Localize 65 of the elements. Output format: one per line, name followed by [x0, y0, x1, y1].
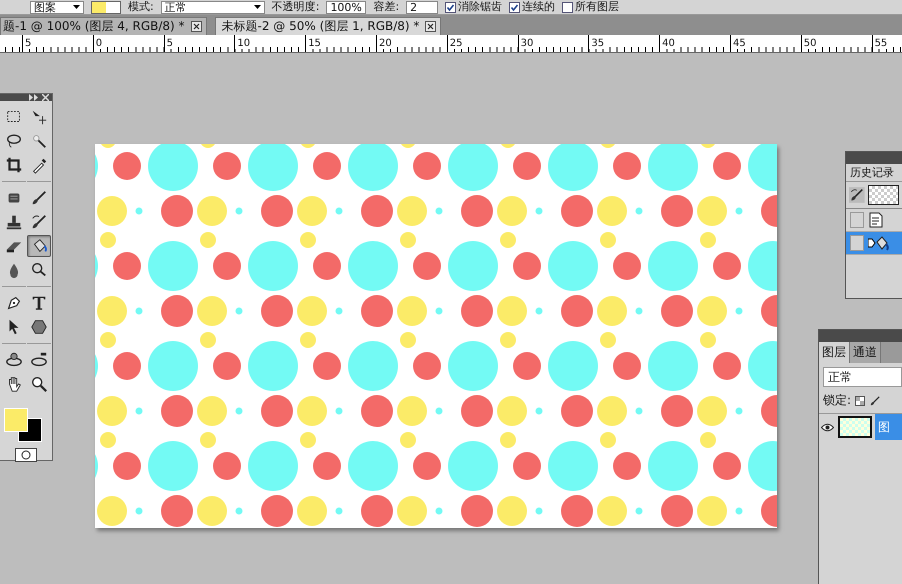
ruler-number: 30	[518, 38, 534, 49]
magnifier-ring-icon	[30, 261, 48, 279]
tolerance-label: 容差:	[373, 1, 400, 13]
lasso-icon	[5, 132, 23, 150]
history-state[interactable]	[846, 232, 902, 255]
hexagon-icon	[30, 318, 48, 336]
checkbox[interactable]	[509, 2, 520, 12]
fill-source-dropdown[interactable]: 图案	[30, 0, 84, 14]
ruler-number: 45	[730, 38, 746, 49]
caret-icon	[73, 5, 80, 9]
ruler-number: 20	[376, 38, 392, 49]
caret-icon	[254, 5, 261, 9]
arrow-cross-icon	[30, 108, 48, 126]
crop-icon	[5, 156, 23, 174]
panel-tab[interactable]: 图层	[819, 342, 850, 363]
pen-icon	[5, 294, 23, 312]
opacity-label: 不透明度:	[272, 1, 320, 13]
collapse-icon[interactable]	[29, 94, 38, 101]
brush-arrow-icon	[30, 213, 48, 231]
brush-icon[interactable]	[849, 187, 865, 203]
mode-label: 模式:	[128, 1, 154, 13]
ruler-number: 5	[164, 38, 173, 49]
ruler-number: 5	[23, 38, 32, 49]
ruler-number: 50	[802, 38, 816, 49]
sphere-orbit-icon	[5, 351, 23, 369]
ruler-number: 10	[235, 38, 250, 49]
brush-icon	[30, 189, 48, 207]
layer-name: 图	[875, 414, 902, 440]
ruler-number: 25	[448, 38, 463, 49]
document-tab[interactable]: 未标题-2 @ 50% (图层 1, RGB/8) *	[214, 17, 442, 35]
checkbox-label: 连续的	[522, 1, 556, 13]
checkbox[interactable]	[445, 2, 456, 12]
paint-bucket-icon	[868, 235, 890, 251]
checkbox-label: 消除锯齿	[458, 1, 502, 13]
pattern-swatch[interactable]	[91, 0, 121, 14]
checker-square-icon[interactable]	[855, 396, 866, 406]
opacity-field[interactable]: 100%	[326, 0, 366, 14]
ruler-number: 55	[872, 38, 888, 49]
ruler-number: 35	[589, 38, 604, 49]
close-icon[interactable]	[190, 21, 202, 32]
stamp-icon	[5, 213, 23, 231]
mode-dropdown[interactable]: 正常	[160, 0, 265, 14]
eyedropper-icon	[30, 156, 48, 174]
snapshot-thumbnail[interactable]	[868, 185, 899, 205]
checkbox[interactable]	[562, 2, 574, 12]
blend-mode-dropdown[interactable]: 正常	[823, 367, 902, 387]
eye-icon[interactable]	[820, 422, 834, 432]
zoom-icon	[30, 375, 48, 393]
document-tab[interactable]: 题-1 @ 100% (图层 4, RGB/8) *	[0, 17, 207, 35]
ruler-number: 0	[94, 38, 102, 49]
lock-label: 锁定:	[823, 392, 852, 409]
ruler-number: 40	[660, 38, 675, 49]
quick-mask-button[interactable]	[15, 448, 37, 462]
paint-bucket-tool-button[interactable]	[27, 235, 51, 257]
close-icon[interactable]	[425, 21, 436, 32]
layer-thumbnail	[838, 416, 872, 438]
orbit-icon	[30, 351, 48, 369]
checkbox-label: 所有图层	[575, 1, 620, 13]
ruler-number: 15	[306, 38, 321, 49]
panel-tab[interactable]: 通道	[850, 342, 881, 363]
type-icon	[30, 294, 48, 312]
tolerance-field[interactable]: 2	[406, 0, 438, 14]
circle-icon	[21, 450, 31, 460]
brush-icon[interactable]	[869, 394, 882, 406]
document-icon	[868, 212, 884, 228]
